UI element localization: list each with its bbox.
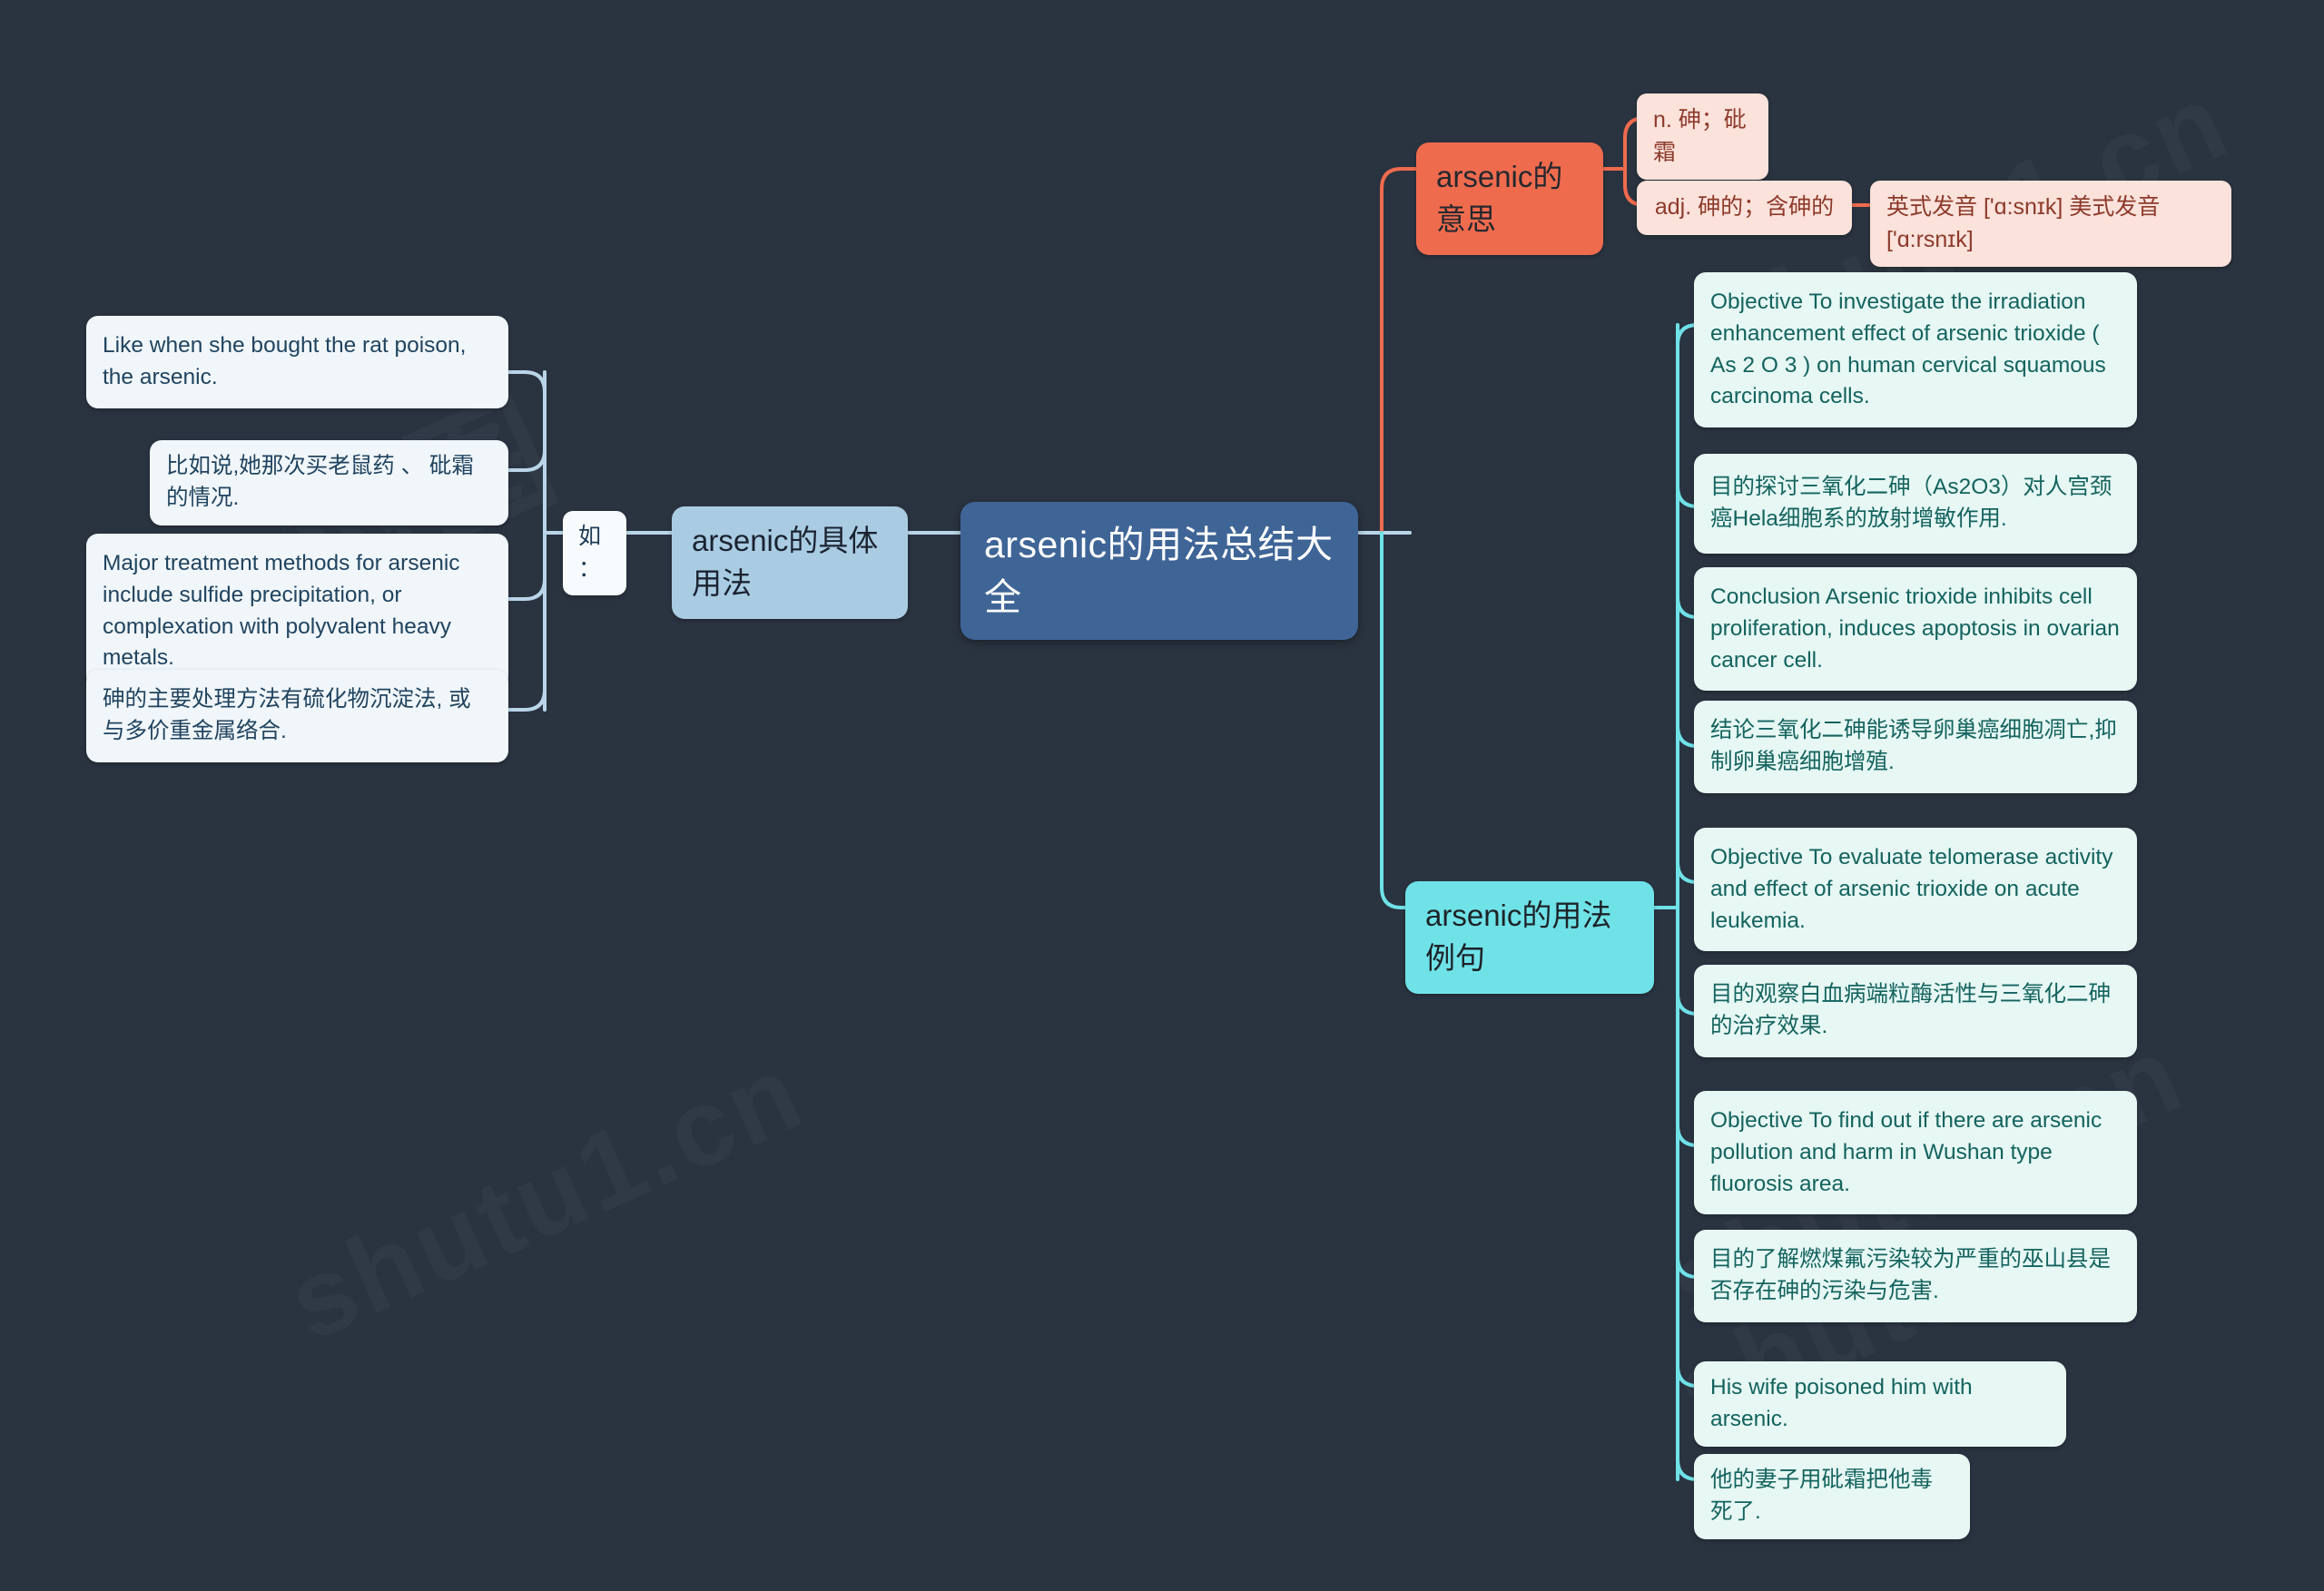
- mindmap-canvas: 树图 shutu1.cn shutu1.cn shutu1.cn shutu: [0, 0, 2324, 1591]
- sentence-label-4: 结论三氧化二砷能诱导卵巢癌细胞凋亡,抑制卵巢癌细胞增殖.: [1710, 718, 2117, 774]
- branch-usage-node[interactable]: arsenic的具体用法: [672, 506, 908, 619]
- usage-example-card-4[interactable]: 砷的主要处理方法有硫化物沉淀法, 或与多价重金属络合.: [86, 670, 508, 762]
- sentence-card-9[interactable]: His wife poisoned him with arsenic.: [1694, 1361, 2066, 1447]
- sentence-card-10[interactable]: 他的妻子用砒霜把他毒死了.: [1694, 1454, 1970, 1539]
- usage-example-label-1: Like when she bought the rat poison, the…: [103, 333, 473, 389]
- sentence-card-4[interactable]: 结论三氧化二砷能诱导卵巢癌细胞凋亡,抑制卵巢癌细胞增殖.: [1694, 701, 2137, 793]
- watermark-logo-4: shutu1.cn: [271, 1028, 822, 1365]
- sentence-label-1: Objective To investigate the irradiation…: [1710, 290, 2112, 409]
- meaning-sense-label-2: adj. 砷的；含砷的: [1654, 194, 1835, 220]
- usage-example-label-4: 砷的主要处理方法有硫化物沉淀法, 或与多价重金属络合.: [103, 687, 471, 743]
- sentence-label-2: 目的探讨三氧化二砷（As2O3）对人宫颈癌Hela细胞系的放射增敏作用.: [1710, 475, 2112, 531]
- usage-example-card-1[interactable]: Like when she bought the rat poison, the…: [86, 316, 508, 408]
- branch-sentences-node[interactable]: arsenic的用法例句: [1405, 881, 1654, 994]
- sentence-label-10: 他的妻子用砒霜把他毒死了.: [1710, 1468, 1933, 1524]
- branch-sentences-label: arsenic的用法例句: [1425, 899, 1612, 975]
- sentence-label-6: 目的观察白血病端粒酶活性与三氧化二砷的治疗效果.: [1710, 982, 2111, 1038]
- branch-usage-label: arsenic的具体用法: [692, 524, 879, 600]
- sentence-label-8: 目的了解燃煤氟污染较为严重的巫山县是否存在砷的污染与危害.: [1710, 1247, 2111, 1303]
- meaning-sense-card-1[interactable]: n. 砷；砒霜: [1637, 93, 1768, 180]
- branch-meaning-node[interactable]: arsenic的意思: [1416, 142, 1603, 255]
- pronunciation-label: 英式发音 ['ɑ:snɪk] 美式发音 ['ɑ:rsnɪk]: [1886, 194, 2167, 252]
- sentence-label-9: His wife poisoned him with arsenic.: [1710, 1375, 1979, 1431]
- root-node-label: arsenic的用法总结大全: [984, 524, 1334, 619]
- sentence-card-6[interactable]: 目的观察白血病端粒酶活性与三氧化二砷的治疗效果.: [1694, 965, 2137, 1057]
- usage-example-card-3[interactable]: Major treatment methods for arsenic incl…: [86, 534, 508, 690]
- usage-connector-label[interactable]: 如：: [563, 511, 626, 595]
- usage-example-card-2[interactable]: 比如说,她那次买老鼠药 、 砒霜的情况.: [150, 440, 508, 525]
- meaning-sense-label-1: n. 砷；砒霜: [1653, 107, 1747, 165]
- sentence-card-8[interactable]: 目的了解燃煤氟污染较为严重的巫山县是否存在砷的污染与危害.: [1694, 1230, 2137, 1322]
- pronunciation-card[interactable]: 英式发音 ['ɑ:snɪk] 美式发音 ['ɑ:rsnɪk]: [1870, 181, 2231, 267]
- meaning-sense-card-2[interactable]: adj. 砷的；含砷的: [1637, 181, 1852, 235]
- sentence-label-5: Objective To evaluate telomerase activit…: [1710, 845, 2120, 933]
- usage-example-label-2: 比如说,她那次买老鼠药 、 砒霜的情况.: [166, 454, 474, 510]
- sentence-label-3: Conclusion Arsenic trioxide inhibits cel…: [1710, 584, 2126, 673]
- sentence-card-2[interactable]: 目的探讨三氧化二砷（As2O3）对人宫颈癌Hela细胞系的放射增敏作用.: [1694, 454, 2137, 554]
- root-node[interactable]: arsenic的用法总结大全: [960, 502, 1358, 641]
- sentence-card-1[interactable]: Objective To investigate the irradiation…: [1694, 272, 2137, 428]
- usage-example-label-3: Major treatment methods for arsenic incl…: [103, 551, 467, 671]
- usage-connector-text: 如：: [578, 524, 602, 582]
- branch-meaning-label: arsenic的意思: [1436, 160, 1563, 236]
- sentence-card-5[interactable]: Objective To evaluate telomerase activit…: [1694, 828, 2137, 952]
- sentence-card-7[interactable]: Objective To find out if there are arsen…: [1694, 1091, 2137, 1215]
- sentence-label-7: Objective To find out if there are arsen…: [1710, 1108, 2109, 1196]
- sentence-card-3[interactable]: Conclusion Arsenic trioxide inhibits cel…: [1694, 567, 2137, 692]
